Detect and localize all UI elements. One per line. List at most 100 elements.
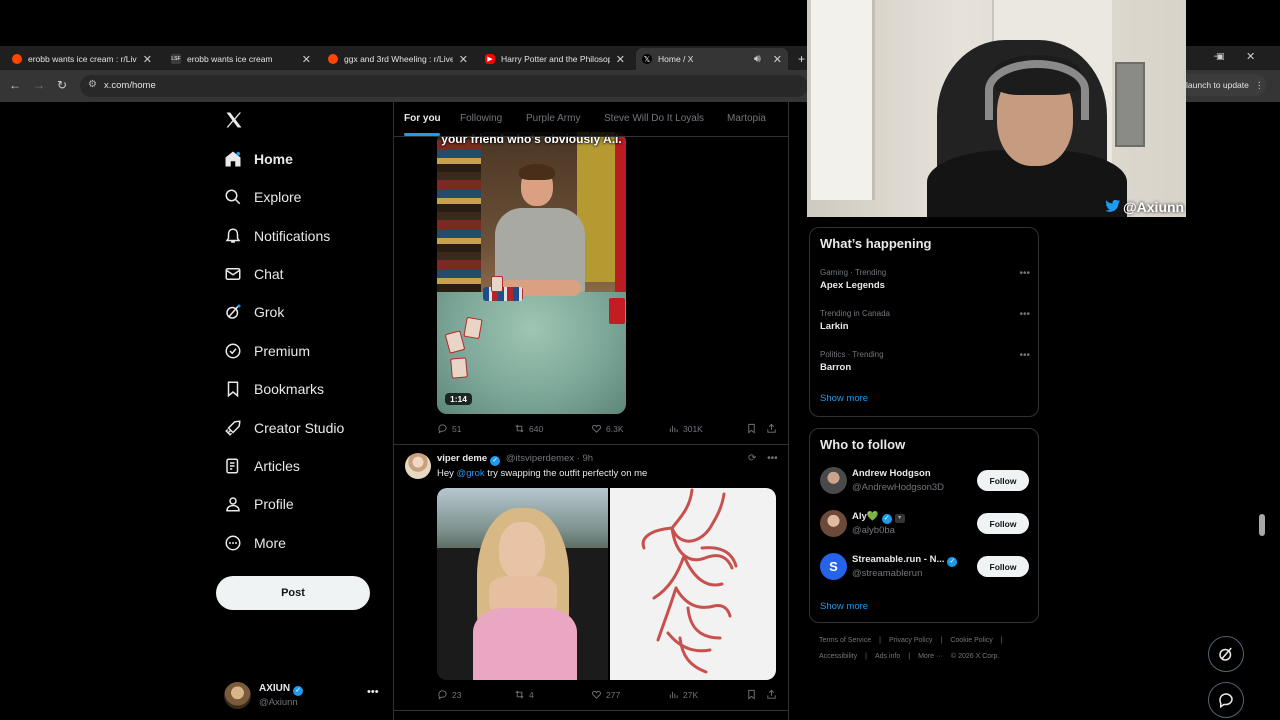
tweet-header-icons: ⟳ ••• (748, 453, 778, 464)
tweet-author-name[interactable]: viper deme (437, 453, 487, 464)
account-handle: @Axiunn (259, 697, 298, 708)
account-switcher[interactable]: AXIUN ✓ @Axiunn ••• (224, 680, 384, 712)
address-bar[interactable]: ⚙ x.com/home (80, 75, 808, 97)
trend-item[interactable]: Gaming · Trending Apex Legends ••• (820, 268, 1030, 291)
close-tab-icon[interactable]: ✕ (459, 53, 468, 66)
avatar[interactable] (405, 453, 431, 479)
grok-icon[interactable]: ⟳ (748, 453, 756, 464)
nav-more[interactable]: More (224, 531, 286, 555)
site-info-icon[interactable]: ⚙ (88, 79, 97, 90)
browser-tab[interactable]: erobb wants ice cream : r/Livest ✕ (6, 48, 158, 70)
tweet-divider (394, 444, 788, 445)
x-logo-icon[interactable] (224, 110, 244, 130)
nav-premium[interactable]: Premium (224, 339, 310, 363)
bookmark-button[interactable] (746, 689, 761, 700)
messages-float-button[interactable] (1208, 682, 1244, 718)
repost-button[interactable]: 640 (514, 423, 543, 434)
close-tab-icon[interactable]: ✕ (616, 53, 625, 66)
views-button[interactable]: 301K (668, 423, 703, 434)
browser-tab[interactable]: LSF erobb wants ice cream ✕ (165, 48, 317, 70)
footer-link[interactable]: Terms of Service (819, 637, 871, 644)
mention-link[interactable]: @grok (457, 468, 485, 479)
page-scrollbar[interactable] (1258, 102, 1266, 720)
nav-home[interactable]: Home (224, 147, 293, 171)
close-tab-icon[interactable]: ✕ (773, 53, 782, 66)
nav-grok[interactable]: Grok (224, 300, 284, 324)
nav-chat[interactable]: Chat (224, 262, 284, 286)
reply-button[interactable]: 23 (437, 689, 461, 700)
more-dots-icon[interactable]: ••• (1019, 268, 1030, 279)
trend-item[interactable]: Trending in Canada Larkin ••• (820, 309, 1030, 332)
back-icon[interactable]: ← (9, 78, 21, 92)
footer-link[interactable]: Cookie Policy (950, 637, 992, 644)
relaunch-button[interactable]: launch to update ⋮ (1176, 74, 1266, 96)
tweet-time[interactable]: 9h (583, 453, 594, 464)
follow-suggestion[interactable]: S Streamable.run - N... ✓ @streamablerun … (820, 553, 1032, 583)
show-more-link[interactable]: Show more (820, 601, 868, 612)
share-button[interactable] (766, 689, 781, 700)
follow-button[interactable]: Follow (977, 470, 1029, 491)
tweet-divider (394, 710, 788, 711)
follow-button[interactable]: Follow (977, 556, 1029, 577)
grok-icon (1219, 647, 1232, 661)
tweet-video[interactable]: your friend who's obviously A.I. 1:14 (437, 132, 626, 414)
tab-martopia[interactable]: Martopia (727, 113, 766, 124)
share-button[interactable] (766, 423, 781, 434)
more-dots-icon[interactable]: ••• (367, 686, 379, 698)
tweet-image[interactable] (437, 488, 608, 680)
nav-articles[interactable]: Articles (224, 454, 300, 478)
like-count: 6.3K (606, 423, 624, 434)
footer-link[interactable]: More ··· (918, 653, 943, 660)
trend-item[interactable]: Politics · Trending Barron ••• (820, 350, 1030, 373)
nav-label: Premium (254, 343, 311, 359)
post-button[interactable]: Post (216, 576, 370, 610)
footer-link[interactable]: Ads info (875, 653, 900, 660)
views-button[interactable]: 27K (668, 689, 698, 700)
follow-button[interactable]: Follow (977, 513, 1029, 534)
account-name-text: AXIUN (259, 683, 291, 694)
more-dots-icon[interactable]: ••• (1019, 309, 1030, 320)
webcam-wall-panel (1115, 62, 1145, 147)
reply-button[interactable]: 51 (437, 423, 461, 434)
close-window-icon[interactable]: ✕ (1246, 50, 1255, 63)
nav-bookmarks[interactable]: Bookmarks (224, 377, 324, 401)
browser-tab[interactable]: ggx and 3rd Wheeling : r/Livest ✕ (322, 48, 474, 70)
follow-suggestion[interactable]: Aly💚 ✓ ▾ @alyb0ba Follow (820, 510, 1032, 540)
grok-float-button[interactable] (1208, 636, 1244, 672)
trend-name: Larkin (820, 321, 849, 332)
tab-following[interactable]: Following (460, 113, 502, 124)
tweet-author-handle[interactable]: @itsviperdemex (506, 453, 574, 464)
more-dots-icon[interactable]: ••• (767, 453, 778, 464)
tab-purple-army[interactable]: Purple Army (526, 113, 580, 124)
close-tab-icon[interactable]: ✕ (302, 53, 311, 66)
more-dots-icon[interactable]: ••• (1019, 350, 1030, 361)
forward-icon[interactable]: → (33, 78, 45, 92)
bookmark-button[interactable] (746, 423, 761, 434)
repost-button[interactable]: 4 (514, 689, 534, 700)
suggestion-handle: @streamablerun (852, 568, 923, 579)
close-tab-icon[interactable]: ✕ (143, 53, 152, 66)
footer-link[interactable]: Accessibility (819, 653, 857, 660)
kebab-menu-icon[interactable]: ⋮ (1255, 80, 1264, 91)
tweet-separator: · (576, 453, 580, 464)
browser-tab[interactable]: ▶ Harry Potter and the Philosoph ✕ (479, 48, 631, 70)
footer-link[interactable]: Privacy Policy (889, 637, 933, 644)
tab-steve-will-do-it-loyals[interactable]: Steve Will Do It Loyals (604, 113, 704, 124)
tab-for-you[interactable]: For you (404, 113, 441, 124)
reload-icon[interactable]: ↻ (57, 78, 67, 92)
show-more-link[interactable]: Show more (820, 393, 868, 404)
tweet-image[interactable] (610, 488, 776, 680)
like-button[interactable]: 277 (591, 689, 620, 700)
scrollbar-thumb[interactable] (1259, 514, 1265, 536)
like-button[interactable]: 6.3K (591, 423, 624, 434)
browser-tab-active[interactable]: 𝕏 Home / X 🔊︎ ✕ (636, 48, 788, 70)
nav-notifications[interactable]: Notifications (224, 224, 330, 248)
new-tab-button[interactable]: + (792, 48, 806, 70)
follow-suggestion[interactable]: Andrew Hodgson @AndrewHodgson3D Follow (820, 467, 1032, 497)
restore-icon[interactable]: ▣ (1216, 51, 1225, 62)
image-rope-drawing (641, 488, 738, 674)
nav-explore[interactable]: Explore (224, 185, 301, 209)
speaker-icon[interactable]: 🔊︎ (754, 53, 761, 66)
nav-profile[interactable]: Profile (224, 492, 294, 516)
nav-creator-studio[interactable]: Creator Studio (224, 416, 344, 440)
